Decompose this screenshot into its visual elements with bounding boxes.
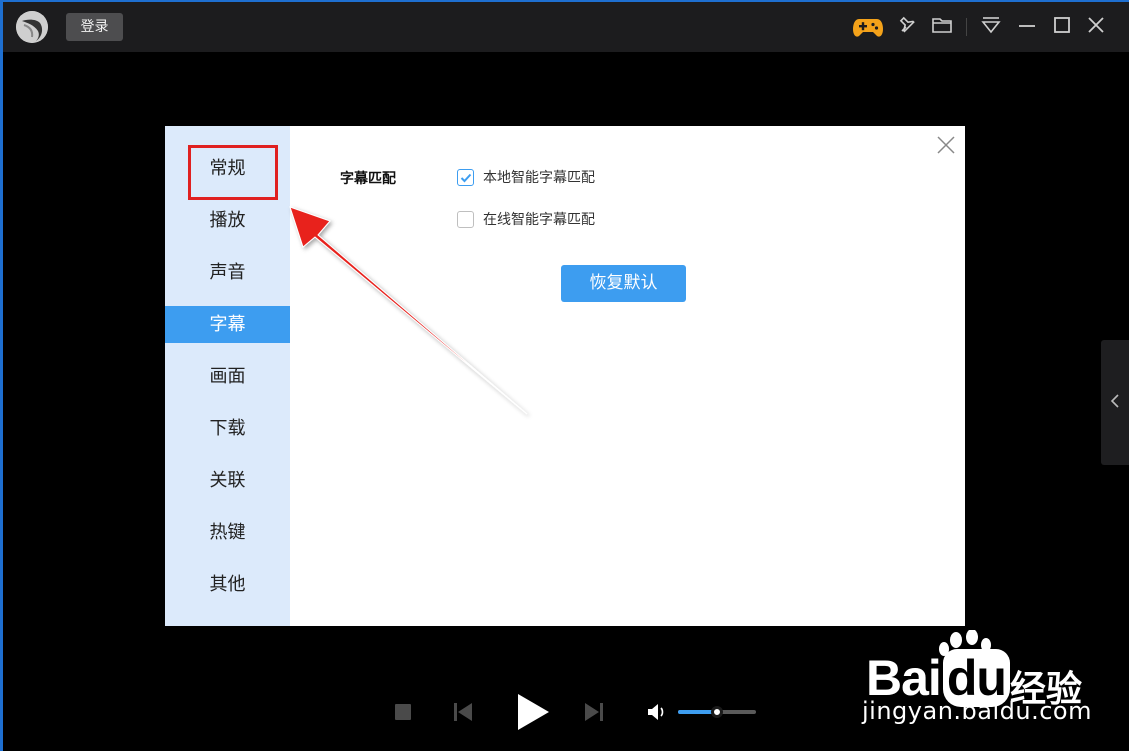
previous-icon[interactable]: [453, 702, 473, 726]
next-icon[interactable]: [584, 702, 604, 726]
baidu-jingyan-watermark: Bai du 经验 jingyan.baidu.com: [862, 630, 1112, 740]
watermark-url: jingyan.baidu.com: [862, 697, 1092, 725]
volume-icon[interactable]: [647, 702, 667, 726]
volume-slider-thumb[interactable]: [711, 706, 723, 718]
stop-icon[interactable]: [394, 703, 412, 725]
play-icon[interactable]: [515, 692, 551, 736]
volume-slider[interactable]: [678, 706, 756, 718]
